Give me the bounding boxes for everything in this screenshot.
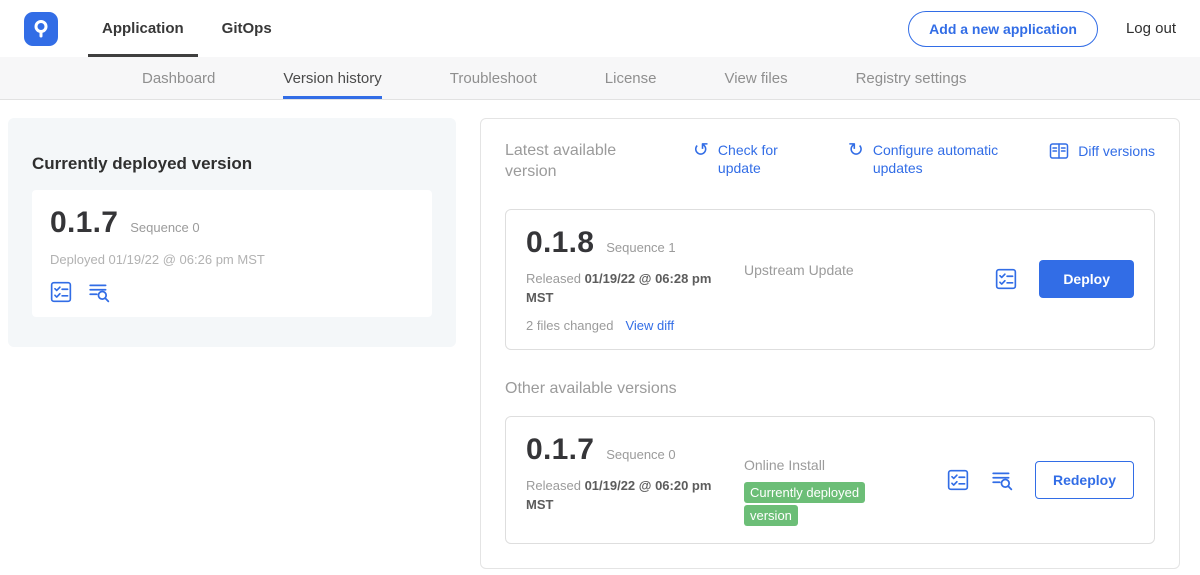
- primary-tabs: Application GitOps: [88, 0, 296, 57]
- subnav-item-registry-settings[interactable]: Registry settings: [856, 57, 967, 99]
- latest-available-card: Latest available version ↺ Check for upd…: [480, 118, 1180, 569]
- deploy-button[interactable]: Deploy: [1039, 260, 1134, 298]
- version-row-0-1-8: 0.1.8 Sequence 1 Released 01/19/22 @ 06:…: [505, 209, 1155, 350]
- version-sequence: Sequence 1: [606, 240, 675, 255]
- version-source-block: Online Install Currently deployed versio…: [744, 457, 916, 528]
- configure-updates-label: Configure automatic updates: [873, 141, 1023, 177]
- subnav-item-license[interactable]: License: [605, 57, 657, 99]
- other-versions-heading: Other available versions: [505, 380, 1155, 398]
- files-changed-row: 2 files changed View diff: [526, 318, 744, 333]
- deployed-version-panel: 0.1.7 Sequence 0 Deployed 01/19/22 @ 06:…: [32, 190, 432, 317]
- configure-automatic-updates-action[interactable]: ↻ Configure automatic updates: [848, 141, 1023, 177]
- topnav-right: Add a new application Log out: [908, 11, 1176, 47]
- version-number: 0.1.8: [526, 226, 594, 260]
- subnav-item-dashboard[interactable]: Dashboard: [142, 57, 215, 99]
- check-update-label: Check for update: [718, 141, 792, 177]
- subnav-item-troubleshoot[interactable]: Troubleshoot: [450, 57, 537, 99]
- top-navbar: Application GitOps Add a new application…: [0, 0, 1200, 57]
- version-line: 0.1.8 Sequence 1: [526, 226, 744, 260]
- check-update-icon: ↺: [693, 141, 709, 177]
- version-row-actions: Deploy: [995, 260, 1134, 298]
- subnav-item-view-files[interactable]: View files: [724, 57, 787, 99]
- configure-updates-icon: ↻: [848, 141, 864, 177]
- deployed-date: Deployed 01/19/22 @ 06:26 pm MST: [50, 252, 414, 267]
- view-preflight-logs-icon[interactable]: [88, 281, 110, 303]
- redeploy-button[interactable]: Redeploy: [1035, 461, 1134, 499]
- version-line: 0.1.7 Sequence 0: [526, 433, 744, 467]
- main-content: Currently deployed version 0.1.7 Sequenc…: [0, 100, 1200, 575]
- latest-available-title: Latest available version: [505, 141, 637, 183]
- version-row-0-1-7: 0.1.7 Sequence 0 Released 01/19/22 @ 06:…: [505, 416, 1155, 545]
- deployed-version-line: 0.1.7 Sequence 0: [50, 206, 414, 240]
- version-row-actions: Redeploy: [947, 461, 1134, 499]
- diff-versions-icon: [1049, 141, 1069, 161]
- tab-gitops[interactable]: GitOps: [208, 0, 286, 57]
- deployed-version-number: 0.1.7: [50, 206, 118, 240]
- currently-deployed-title: Currently deployed version: [32, 154, 432, 174]
- app-logo[interactable]: [24, 12, 58, 46]
- version-row-left: 0.1.7 Sequence 0 Released 01/19/22 @ 06:…: [526, 433, 744, 528]
- version-row-left: 0.1.8 Sequence 1 Released 01/19/22 @ 06:…: [526, 226, 744, 333]
- currently-deployed-card: Currently deployed version 0.1.7 Sequenc…: [8, 118, 456, 347]
- deployed-icon-row: [50, 281, 414, 303]
- subnav-item-version-history[interactable]: Version history: [283, 57, 381, 99]
- check-for-update-action[interactable]: ↺ Check for update: [693, 141, 792, 177]
- version-sequence: Sequence 0: [606, 447, 675, 462]
- released-date: Released 01/19/22 @ 06:28 pm MST: [526, 269, 718, 308]
- logout-link[interactable]: Log out: [1126, 20, 1176, 37]
- version-number: 0.1.7: [526, 433, 594, 467]
- app-subnav: Dashboard Version history Troubleshoot L…: [0, 57, 1200, 100]
- release-notes-icon[interactable]: [995, 268, 1017, 290]
- release-notes-icon[interactable]: [50, 281, 72, 303]
- latest-header: Latest available version ↺ Check for upd…: [505, 141, 1155, 183]
- add-new-application-button[interactable]: Add a new application: [908, 11, 1098, 47]
- deployed-sequence: Sequence 0: [130, 220, 199, 235]
- view-preflight-logs-icon[interactable]: [991, 469, 1013, 491]
- app-logo-icon: [24, 12, 58, 46]
- tab-application[interactable]: Application: [88, 0, 198, 57]
- view-diff-link[interactable]: View diff: [625, 318, 674, 333]
- version-source: Upstream Update: [744, 262, 916, 333]
- version-source: Online Install: [744, 457, 916, 473]
- currently-deployed-badge: Currently deployed version: [744, 482, 865, 526]
- release-notes-icon[interactable]: [947, 469, 969, 491]
- diff-versions-label: Diff versions: [1078, 143, 1155, 159]
- released-date: Released 01/19/22 @ 06:20 pm MST: [526, 476, 718, 515]
- deployed-badge-wrap: Currently deployed version: [744, 481, 894, 528]
- diff-versions-action[interactable]: Diff versions: [1049, 141, 1155, 161]
- files-changed-text: 2 files changed: [526, 318, 613, 333]
